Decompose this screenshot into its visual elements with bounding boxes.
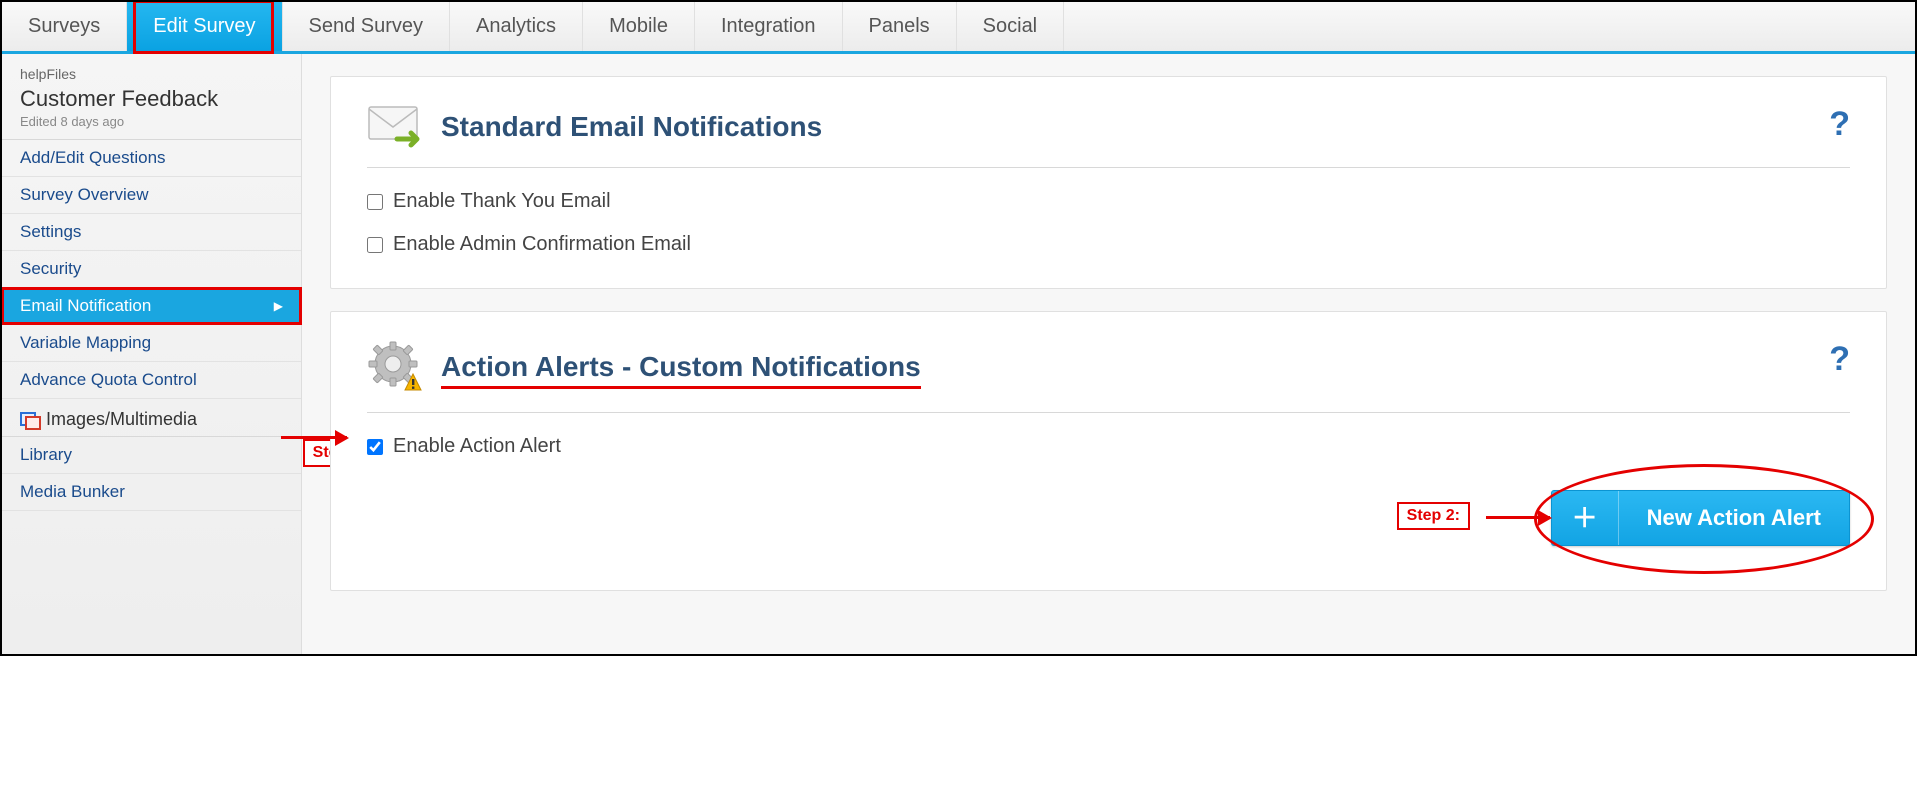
sidebar-header: helpFiles Customer Feedback Edited 8 day… — [2, 54, 301, 140]
main-content: Standard Email Notifications ? Enable Th… — [302, 54, 1915, 654]
sidebar-item-label: Advance Quota Control — [20, 370, 197, 390]
gear-warning-icon — [367, 340, 423, 394]
tab-label: Mobile — [609, 15, 668, 38]
sidebar-item-label: Add/Edit Questions — [20, 148, 166, 168]
help-icon[interactable]: ? — [1829, 105, 1850, 144]
sidebar-item-media-bunker[interactable]: Media Bunker — [2, 474, 301, 511]
app-frame: Surveys Edit Survey Send Survey Analytic… — [0, 0, 1917, 656]
sidebar-item-label: Email Notification — [20, 296, 151, 316]
panel2-footer: Step 2: ＋ New Action Alert — [367, 478, 1850, 558]
body: helpFiles Customer Feedback Edited 8 day… — [2, 54, 1915, 654]
sidebar-item-variable-mapping[interactable]: Variable Mapping — [2, 325, 301, 362]
sidebar-item-email-notification[interactable]: Email Notification ▶ — [2, 288, 301, 325]
sidebar-section-label: Images/Multimedia — [46, 409, 197, 430]
sidebar-item-security[interactable]: Security — [2, 251, 301, 288]
sidebar-title: Customer Feedback — [20, 86, 283, 112]
admin-checkbox[interactable] — [367, 237, 383, 253]
tab-integration[interactable]: Integration — [695, 2, 843, 51]
sidebar-item-label: Security — [20, 259, 81, 279]
sidebar-item-label: Survey Overview — [20, 185, 148, 205]
sidebar-item-label: Media Bunker — [20, 482, 125, 502]
annotation-arrow-step2 — [1486, 516, 1550, 519]
panel-head: Standard Email Notifications ? — [367, 105, 1850, 168]
panel-title: Action Alerts - Custom Notifications — [441, 351, 921, 383]
tab-surveys[interactable]: Surveys — [2, 2, 127, 51]
tab-label: Social — [983, 15, 1037, 38]
tab-label: Send Survey — [309, 15, 424, 38]
panel-head: Action Alerts - Custom Notifications ? — [367, 340, 1850, 413]
images-icon — [20, 412, 38, 428]
panel-title-text: Action Alerts - Custom Notifications — [441, 351, 921, 382]
new-action-alert-label: New Action Alert — [1619, 491, 1849, 545]
plus-icon: ＋ — [1552, 491, 1619, 545]
chevron-right-icon: ▶ — [274, 299, 283, 313]
tab-label: Edit Survey — [153, 15, 255, 38]
annotation-red-underline — [441, 386, 921, 389]
annotation-arrow-step1 — [281, 436, 347, 439]
envelope-icon — [367, 105, 423, 149]
enable-action-alert-checkbox[interactable] — [367, 439, 383, 455]
enable-action-alert-row: Enable Action Alert — [367, 435, 1850, 458]
tab-analytics[interactable]: Analytics — [450, 2, 583, 51]
panel-action-alerts: Action Alerts - Custom Notifications ? E… — [330, 311, 1887, 591]
sidebar-item-label: Library — [20, 445, 72, 465]
tab-social[interactable]: Social — [957, 2, 1064, 51]
annotation-step2-label: Step 2: — [1397, 502, 1470, 530]
tab-mobile[interactable]: Mobile — [583, 2, 695, 51]
tab-edit-survey[interactable]: Edit Survey — [127, 2, 282, 51]
sidebar-item-library[interactable]: Library Step 1: — [2, 437, 301, 474]
sidebar-item-label: Variable Mapping — [20, 333, 151, 353]
thank-you-checkbox[interactable] — [367, 194, 383, 210]
thank-you-row: Enable Thank You Email — [367, 190, 1850, 213]
enable-action-alert-label: Enable Action Alert — [393, 435, 561, 458]
panel-title: Standard Email Notifications — [441, 111, 822, 143]
tab-panels[interactable]: Panels — [843, 2, 957, 51]
sidebar-item-settings[interactable]: Settings — [2, 214, 301, 251]
tab-send-survey[interactable]: Send Survey — [283, 2, 451, 51]
admin-row: Enable Admin Confirmation Email — [367, 233, 1850, 256]
tab-label: Integration — [721, 15, 816, 38]
tab-label: Analytics — [476, 15, 556, 38]
top-tabs: Surveys Edit Survey Send Survey Analytic… — [2, 2, 1915, 54]
sidebar-section-media: Images/Multimedia — [2, 399, 301, 437]
tab-label: Panels — [869, 15, 930, 38]
tab-label: Surveys — [28, 15, 100, 38]
sidebar: helpFiles Customer Feedback Edited 8 day… — [2, 54, 302, 654]
sidebar-small-text: helpFiles — [20, 66, 283, 82]
sidebar-item-overview[interactable]: Survey Overview — [2, 177, 301, 214]
panel-standard-email: Standard Email Notifications ? Enable Th… — [330, 76, 1887, 289]
new-action-alert-button[interactable]: ＋ New Action Alert — [1551, 490, 1850, 546]
sidebar-item-add-edit[interactable]: Add/Edit Questions — [2, 140, 301, 177]
sidebar-sub: Edited 8 days ago — [20, 114, 283, 129]
sidebar-item-advance-quota[interactable]: Advance Quota Control — [2, 362, 301, 399]
admin-label: Enable Admin Confirmation Email — [393, 233, 691, 256]
thank-you-label: Enable Thank You Email — [393, 190, 611, 213]
help-icon[interactable]: ? — [1829, 340, 1850, 379]
sidebar-item-label: Settings — [20, 222, 81, 242]
